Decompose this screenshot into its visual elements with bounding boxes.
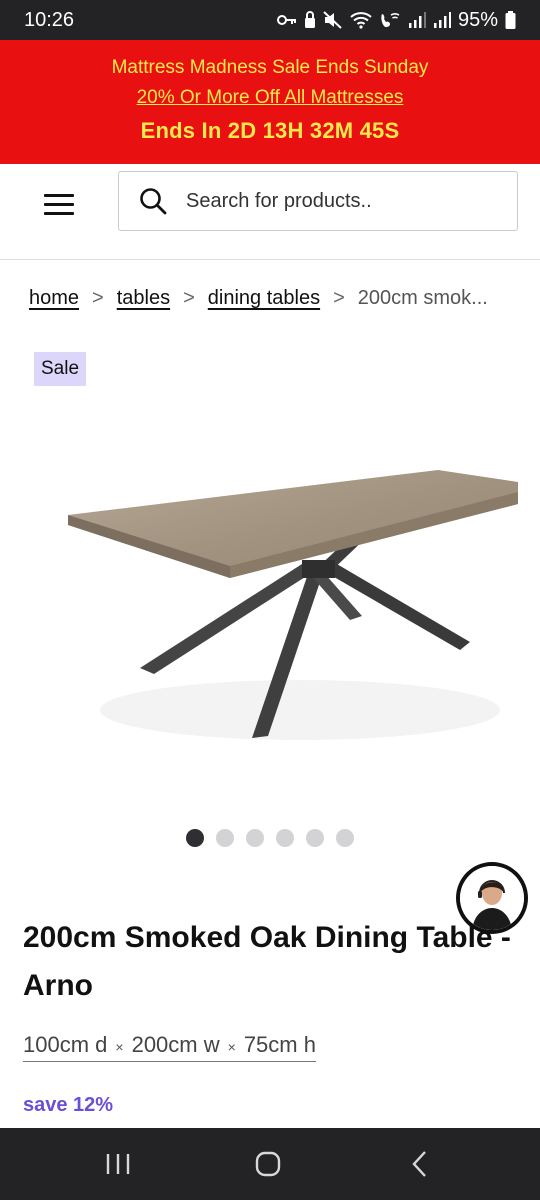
promo-headline: Mattress Madness Sale Ends Sunday	[111, 57, 429, 78]
breadcrumb-separator: >	[92, 287, 104, 309]
sale-badge: Sale	[34, 352, 87, 386]
wifi-icon	[350, 12, 372, 29]
breadcrumb-separator: >	[333, 287, 345, 309]
lock-icon	[304, 11, 315, 28]
signal-icon	[433, 12, 451, 28]
breadcrumb-tables[interactable]: tables	[117, 287, 170, 310]
status-time: 10:26	[24, 8, 75, 31]
save-percentage: save 12%	[23, 1094, 114, 1116]
key-icon	[276, 15, 296, 25]
dimension-height: 75cm h	[243, 1032, 316, 1057]
battery-icon	[505, 11, 516, 29]
search-icon[interactable]	[138, 186, 168, 216]
dimension-depth: 100cm d	[23, 1032, 108, 1057]
agent-portrait	[460, 866, 524, 930]
product-dimensions[interactable]: 100cm d × 200cm w × 75cm h	[23, 1032, 316, 1062]
dimension-separator: ×	[227, 1039, 236, 1055]
dimension-width: 200cm w	[131, 1032, 220, 1057]
battery-percent: 95%	[457, 8, 498, 31]
gallery-dots	[186, 829, 354, 847]
product-title: 200cm Smoked Oak Dining Table - Arno	[23, 921, 511, 1002]
breadcrumb-home[interactable]: home	[29, 287, 79, 310]
home-icon[interactable]	[250, 1148, 286, 1180]
mute-icon	[323, 11, 342, 29]
recent-apps-icon[interactable]	[100, 1148, 136, 1180]
breadcrumb-dining-tables[interactable]: dining tables	[208, 287, 320, 310]
dimension-separator: ×	[115, 1039, 124, 1055]
gallery-dot[interactable]	[216, 829, 234, 847]
breadcrumb-current: 200cm smok...	[357, 287, 488, 309]
system-nav-bar	[0, 1128, 540, 1200]
breadcrumb-separator: >	[183, 287, 195, 309]
search-bar[interactable]	[118, 171, 518, 231]
product-image[interactable]	[40, 420, 530, 780]
gallery-dot[interactable]	[336, 829, 354, 847]
chat-agent-avatar-icon[interactable]	[456, 862, 528, 934]
promo-countdown: Ends In 2D 13H 32M 45S	[140, 118, 400, 143]
back-icon[interactable]	[402, 1148, 438, 1180]
promo-banner[interactable]: Mattress Madness Sale Ends Sunday 20% Or…	[0, 40, 540, 164]
site-header	[0, 164, 540, 260]
breadcrumb: home > tables > dining tables > 200cm sm…	[29, 287, 519, 310]
gallery-dot[interactable]	[306, 829, 324, 847]
status-icons: 95%	[276, 8, 516, 32]
gallery-dot[interactable]	[246, 829, 264, 847]
wifi-call-icon	[381, 13, 400, 27]
gallery-dot[interactable]	[276, 829, 294, 847]
gallery-dot-active[interactable]	[186, 829, 204, 847]
hamburger-menu-icon[interactable]	[40, 187, 80, 221]
promo-offer-link[interactable]: 20% Or More Off All Mattresses	[0, 87, 540, 109]
search-input[interactable]	[186, 189, 506, 213]
signal-icon	[408, 12, 426, 28]
status-bar: 10:26 95%	[0, 0, 540, 40]
